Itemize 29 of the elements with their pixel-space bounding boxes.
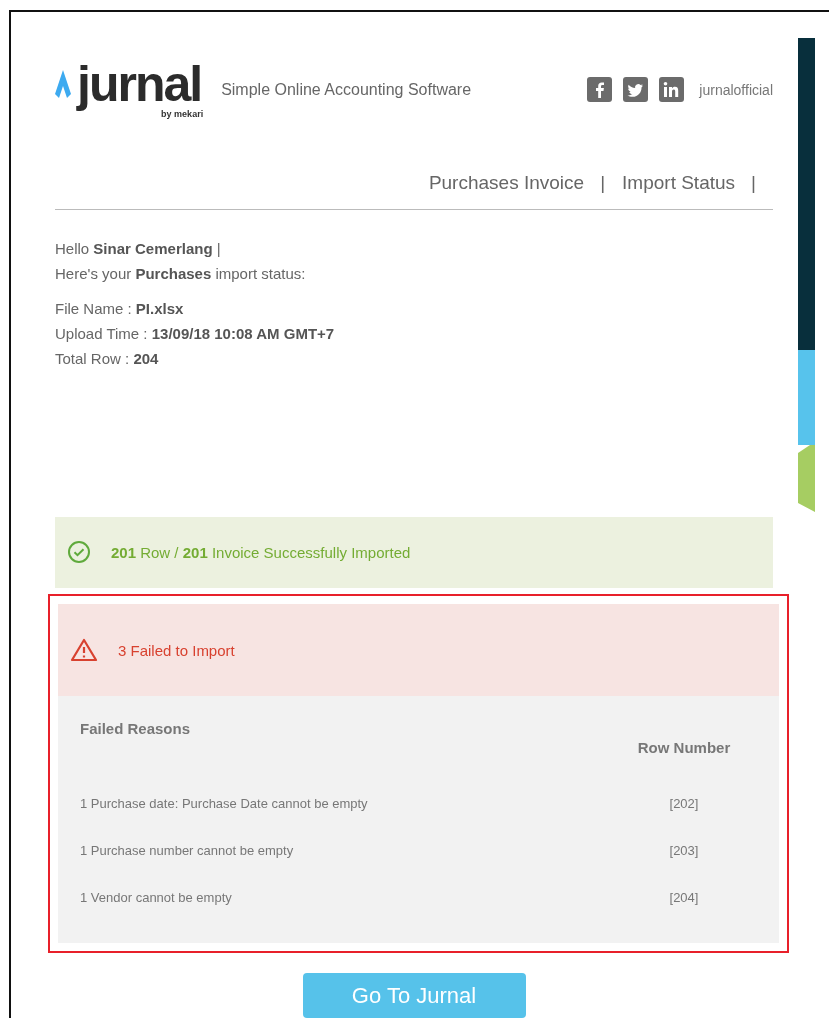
tagline: Simple Online Accounting Software (221, 80, 472, 99)
column-header: Failed Reasons (80, 720, 191, 737)
logo-mark-icon (55, 70, 71, 98)
twitter-icon[interactable] (623, 77, 649, 102)
table-cell: 1 Purchase number cannot be empty (80, 843, 294, 858)
failure-message: 3 Failed to Import (118, 641, 235, 659)
column-header: Row Number (637, 738, 731, 756)
check-circle-icon (67, 540, 91, 565)
table-cell: 1 Purchase date: Purchase Date cannot be empty (80, 796, 368, 811)
success-message: 201 Row / 201 Invoice Successfully Imported (111, 543, 411, 561)
table-cell: [202] (669, 796, 699, 811)
table-cell: 1 Vendor cannot be empty (80, 890, 232, 905)
logo-byline: by mekari (161, 109, 204, 119)
warning-icon (70, 638, 98, 662)
side-stripe (798, 445, 815, 512)
file-info-line: Upload Time : 13/09/18 10:08 AM GMT+7 (55, 324, 336, 342)
file-info-line: File Name : PI.xlsx (55, 299, 185, 317)
nav-separator: | (751, 171, 756, 194)
facebook-icon[interactable] (587, 77, 613, 102)
social-handle[interactable]: jurnalofficial (699, 81, 773, 98)
file-info-line: Total Row : 204 (55, 349, 160, 367)
linkedin-icon[interactable] (659, 77, 685, 102)
table-cell: [203] (669, 843, 699, 858)
greeting-line: Hello Sinar Cemerlang | (55, 239, 222, 257)
table-cell: [204] (669, 890, 699, 905)
greeting-line: Here's your Purchases import status: (55, 264, 307, 282)
nav-link[interactable]: Import Status (622, 171, 736, 194)
nav-link[interactable]: Purchases Invoice (428, 171, 585, 194)
nav-separator: | (600, 171, 606, 194)
